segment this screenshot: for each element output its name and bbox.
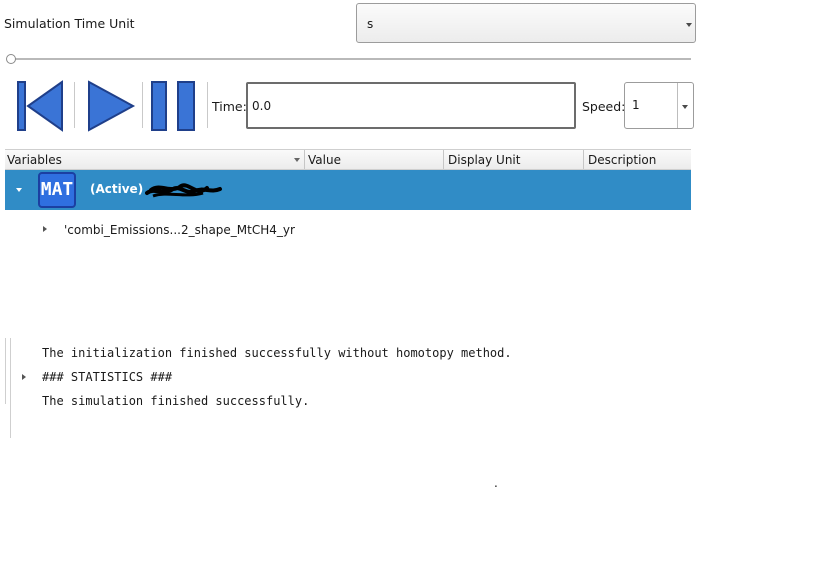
toolbar-separator [142, 82, 143, 128]
expand-arrow-icon[interactable] [43, 226, 47, 232]
variables-tree-header: Variables Value Display Unit Description [5, 149, 691, 170]
toolbar-separator [74, 82, 75, 128]
time-input[interactable]: 0.0 [246, 82, 576, 129]
chevron-down-icon [686, 23, 692, 27]
column-header-display-unit[interactable]: Display Unit [448, 153, 520, 167]
tree-variable-row[interactable]: 'combi_Emissions...2_shape_MtCH4_yr [5, 220, 691, 240]
messages-border [10, 338, 11, 438]
message-statistics[interactable]: ### STATISTICS ### [42, 370, 172, 384]
pause-icon [151, 81, 195, 131]
speed-value: 1 [632, 98, 640, 112]
toolbar-separator [207, 82, 208, 128]
expand-arrow-icon[interactable] [22, 374, 26, 380]
time-slider-handle[interactable] [6, 54, 16, 64]
time-unit-value: s [367, 17, 374, 31]
column-separator[interactable] [304, 150, 305, 169]
redaction-scribble [145, 183, 222, 198]
stray-dot: . [494, 476, 498, 490]
play-icon [88, 80, 136, 132]
speed-combobox[interactable]: 1 [624, 82, 694, 129]
column-separator[interactable] [583, 150, 584, 169]
active-result-row[interactable]: MAT (Active) [5, 170, 691, 210]
skip-to-start-icon [17, 80, 63, 132]
active-result-label: (Active) [90, 182, 144, 196]
column-separator[interactable] [443, 150, 444, 169]
column-header-value[interactable]: Value [308, 153, 341, 167]
chevron-down-icon[interactable] [682, 105, 688, 109]
variable-label: 'combi_Emissions...2_shape_MtCH4_yr [64, 223, 295, 237]
time-unit-dropdown[interactable]: s [356, 3, 696, 43]
mat-file-icon: MAT [38, 172, 76, 208]
simulation-time-unit-label: Simulation Time Unit [4, 16, 135, 31]
message-initialization: The initialization finished successfully… [42, 346, 512, 360]
messages-border [5, 338, 6, 404]
combobox-divider [677, 83, 678, 128]
column-header-description[interactable]: Description [588, 153, 656, 167]
time-slider-groove[interactable] [11, 58, 691, 60]
time-input-value: 0.0 [252, 99, 272, 113]
speed-label: Speed: [582, 99, 626, 114]
pause-button[interactable] [150, 80, 198, 132]
play-button[interactable] [86, 80, 136, 132]
sort-indicator-icon [294, 158, 300, 162]
collapse-arrow-icon[interactable] [16, 188, 22, 192]
time-label: Time: [212, 99, 247, 114]
column-header-variables[interactable]: Variables [7, 153, 62, 167]
message-simulation-finished: The simulation finished successfully. [42, 394, 310, 408]
rewind-button[interactable] [16, 80, 64, 132]
